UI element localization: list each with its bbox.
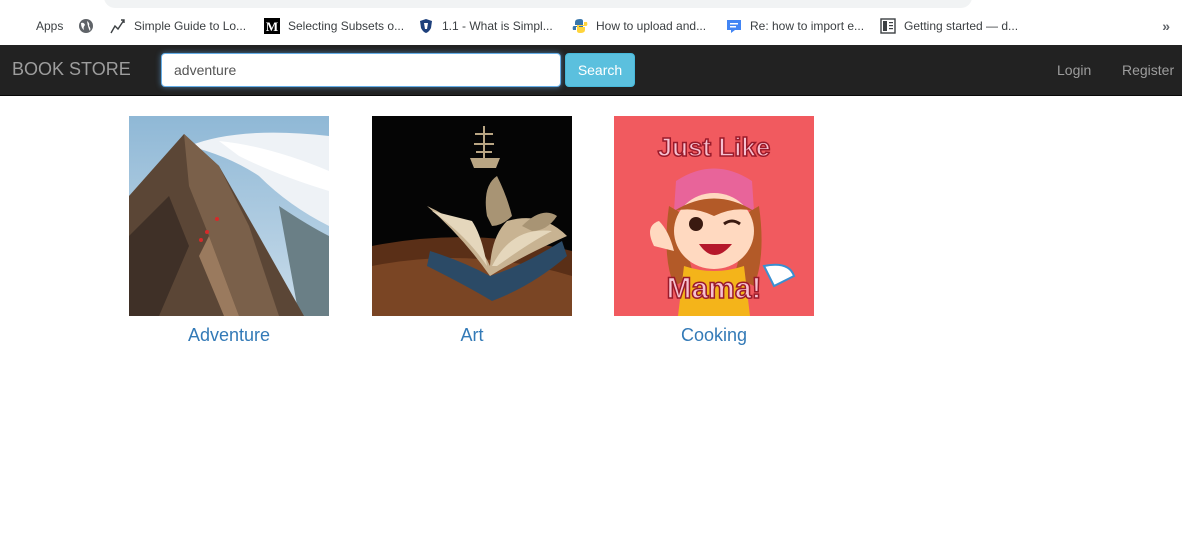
register-link[interactable]: Register <box>1122 62 1174 78</box>
category-card-art[interactable]: Art <box>372 116 572 346</box>
cooking-logo-line1: Just Like <box>658 132 771 162</box>
shield-logo-icon <box>420 19 432 33</box>
category-card-adventure[interactable]: Adventure <box>129 116 329 346</box>
browser-tabstrip-edge <box>0 0 1182 8</box>
trend-line-icon <box>110 19 125 34</box>
category-label[interactable]: Art <box>372 325 572 346</box>
bookmark-label: Apps <box>36 19 64 33</box>
bookmark-how-to-upload[interactable]: How to upload and... <box>565 12 713 40</box>
brand-logo-text[interactable]: BOOK STORE <box>12 59 131 80</box>
bookmark-label: Getting started — d... <box>904 19 1019 33</box>
bookmark-label: How to upload and... <box>596 19 707 33</box>
bookmark-what-is-simple[interactable]: 1.1 - What is Simpl... <box>411 12 560 40</box>
book-sculpture-image[interactable] <box>372 116 572 316</box>
bookmark-selecting-subsets[interactable]: M Selecting Subsets o... <box>257 12 411 40</box>
docs-page-icon <box>880 18 896 34</box>
forum-logo-icon <box>727 20 741 33</box>
globe-icon <box>79 19 93 33</box>
bookmark-label: Simple Guide to Lo... <box>134 19 247 33</box>
mountain-ridge-image[interactable] <box>129 116 329 316</box>
navbar: BOOK STORE Search Login Register <box>0 45 1182 96</box>
category-card-cooking[interactable]: Just Like Mama! Cooking <box>614 116 814 346</box>
bookmark-label: Selecting Subsets o... <box>288 19 405 33</box>
apps-grid-icon <box>12 18 28 34</box>
medium-m-icon: M <box>264 18 280 34</box>
svg-text:M: M <box>266 19 278 34</box>
python-logo-icon <box>572 19 588 33</box>
search-button[interactable]: Search <box>565 53 635 87</box>
category-label[interactable]: Adventure <box>129 325 329 346</box>
bookmarks-overflow-chevron-icon[interactable]: » <box>1162 18 1170 34</box>
address-bar[interactable] <box>104 0 972 8</box>
bookmark-simple-guide[interactable]: Simple Guide to Lo... <box>103 12 253 40</box>
bookmark-label: Re: how to import e... <box>750 19 865 33</box>
bookmark-re-how-to-import[interactable]: Re: how to import e... <box>719 12 871 40</box>
bookmark-label: 1.1 - What is Simpl... <box>442 19 553 33</box>
login-link[interactable]: Login <box>1057 62 1091 78</box>
cooking-mama-image[interactable]: Just Like Mama! <box>614 116 814 316</box>
category-label[interactable]: Cooking <box>614 325 814 346</box>
bookmarks-bar: Apps Simple Guide to Lo... M Selecting S… <box>0 8 1182 45</box>
cooking-logo-line2: Mama! <box>666 272 761 305</box>
bookmark-getting-started[interactable]: Getting started — d... <box>873 12 1025 40</box>
bookmark-apps[interactable]: Apps <box>5 12 70 40</box>
search-input[interactable] <box>161 53 561 87</box>
